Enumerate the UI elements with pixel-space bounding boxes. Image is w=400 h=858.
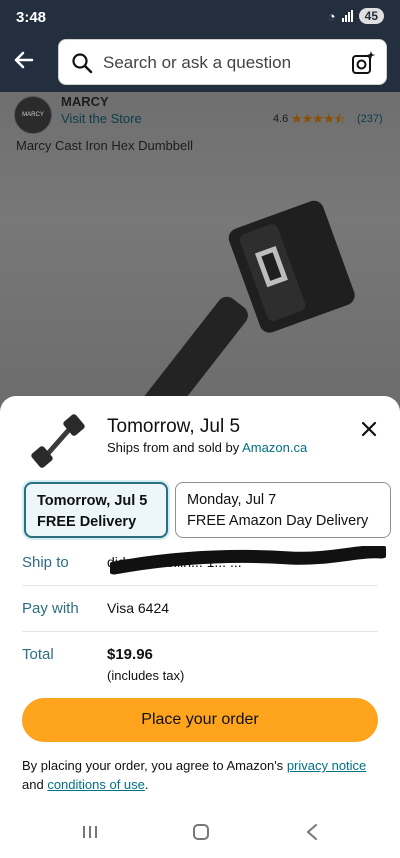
pay-with-label: Pay with (22, 600, 79, 617)
nav-recent-icon[interactable] (82, 825, 98, 839)
address-redaction-mark (110, 546, 386, 575)
pay-with-row[interactable]: Pay with Visa 6424 (22, 586, 378, 632)
legal-suffix: . (144, 777, 149, 792)
brand-logo: MARCY (14, 96, 52, 134)
legal-text: By placing your order, you agree to Amaz… (22, 756, 378, 794)
product-background: MARCY MARCY Visit the Store 4.6 ★★★★⯪ (2… (0, 92, 400, 412)
total-row: Total $19.96 (includes tax) (22, 632, 378, 692)
search-box[interactable] (58, 39, 387, 85)
conditions-of-use-link[interactable]: conditions of use (47, 777, 145, 792)
wifi-icon: ◔ (327, 8, 336, 24)
seller-link[interactable]: Amazon.ca (242, 440, 307, 455)
status-icons: ◔ 45 (328, 8, 384, 24)
total-label: Total (22, 646, 54, 663)
signal-icon (341, 10, 353, 22)
product-thumbnail (31, 414, 85, 468)
system-nav-bar (0, 808, 400, 858)
checkout-sheet: Tomorrow, Jul 5 Ships from and sold by A… (0, 396, 400, 858)
rating-stars-icon: ★★★★⯪ (291, 111, 346, 126)
search-input[interactable] (103, 48, 335, 78)
total-amount: $19.96 (107, 646, 153, 663)
status-bar: 3:48 ◔ 45 (0, 0, 400, 34)
search-header (0, 34, 400, 92)
payment-method: Visa 6424 (107, 600, 170, 616)
nav-back-icon[interactable] (306, 824, 318, 840)
close-icon[interactable] (360, 420, 378, 438)
delivery-option-amazon-day[interactable]: Monday, Jul 7 FREE Amazon Day Delivery (175, 482, 391, 538)
option-date: Monday, Jul 7 (187, 492, 277, 508)
option-date: Tomorrow, Jul 5 (37, 493, 148, 509)
ship-to-label: Ship to (22, 554, 69, 571)
dumbbell-photo (106, 200, 355, 412)
legal-prefix: By placing your order, you agree to Amaz… (22, 758, 287, 773)
battery-badge: 45 (358, 8, 384, 24)
search-icon (72, 53, 93, 74)
nav-home-icon[interactable] (193, 824, 209, 840)
visit-store-link[interactable]: Visit the Store (61, 111, 142, 126)
privacy-notice-link[interactable]: privacy notice (287, 758, 366, 773)
camera-search-icon[interactable] (350, 50, 376, 76)
brand-name: MARCY (61, 94, 109, 109)
rating-value: 4.6 (273, 113, 289, 125)
rating-count[interactable]: (237) (357, 113, 383, 125)
tax-note: (includes tax) (107, 668, 185, 683)
status-time: 3:48 (16, 9, 47, 26)
option-type: FREE Amazon Day Delivery (187, 513, 369, 529)
legal-middle: and (22, 777, 48, 792)
back-arrow-icon[interactable] (10, 46, 38, 74)
ships-from-text: Ships from and sold by Amazon.ca (107, 440, 307, 455)
delivery-option-tomorrow[interactable]: Tomorrow, Jul 5 FREE Delivery (24, 482, 168, 538)
product-title: Marcy Cast Iron Hex Dumbbell (16, 138, 193, 153)
ships-prefix: Ships from and sold by (107, 440, 243, 455)
delivery-date-heading: Tomorrow, Jul 5 (107, 416, 241, 437)
option-type: FREE Delivery (37, 514, 137, 530)
place-order-button[interactable]: Place your order (22, 698, 378, 742)
